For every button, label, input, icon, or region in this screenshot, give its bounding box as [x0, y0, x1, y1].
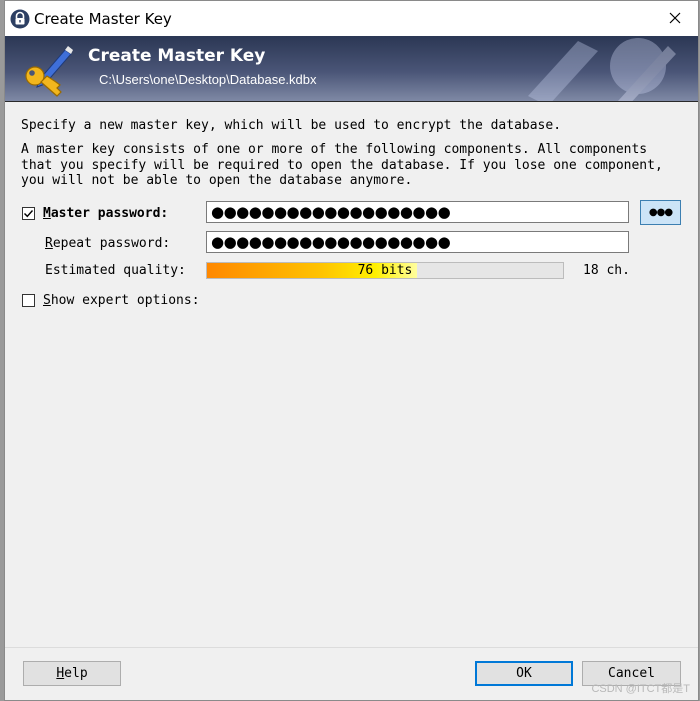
repeat-password-label: Repeat password: [45, 236, 170, 251]
ok-button[interactable]: OK [475, 661, 573, 686]
help-accel: H [56, 666, 65, 681]
quality-bits-text: 76 bits [357, 263, 413, 278]
footer-divider [5, 647, 698, 648]
master-password-label[interactable]: Master password: [43, 206, 168, 221]
watermark: CSDN @ITCT都是T [591, 683, 690, 695]
close-button[interactable] [652, 1, 698, 36]
ok-label: OK [516, 666, 532, 681]
lock-icon [10, 9, 30, 29]
database-path: C:\Users\one\Desktop\Database.kdbx [99, 72, 317, 87]
create-master-key-dialog: Create Master Key Create Master Key C:\U… [4, 0, 699, 701]
title-bar: Create Master Key [5, 1, 698, 36]
help-label: elp [64, 666, 88, 681]
master-password-label-text: aster password: [50, 206, 169, 221]
expert-options-label[interactable]: Show expert options: [43, 293, 200, 308]
cancel-label: Cancel [608, 666, 655, 681]
expert-options-accel: S [43, 293, 51, 308]
repeat-password-accel: R [45, 236, 53, 251]
expert-options-label-text: how expert options: [50, 293, 200, 308]
expert-options-checkbox[interactable] [22, 294, 35, 307]
master-password-accel: M [43, 206, 51, 221]
repeat-password-label-text: epeat password: [52, 236, 171, 251]
estimated-quality-label: Estimated quality: [45, 263, 186, 278]
help-button[interactable]: Help [23, 661, 121, 686]
banner-decoration-icon [528, 38, 676, 101]
master-password-checkbox[interactable] [22, 207, 35, 220]
character-count: 18 ch. [583, 263, 630, 278]
description-text: A master key consists of one or more of … [21, 142, 663, 188]
banner-title: Create Master Key [88, 46, 266, 66]
close-icon [669, 9, 681, 28]
master-password-input[interactable]: ●●●●●●●●●●●●●●●●●●● [206, 201, 629, 223]
window-title: Create Master Key [34, 10, 172, 28]
repeat-password-input[interactable]: ●●●●●●●●●●●●●●●●●●● [206, 231, 629, 253]
checkmark-icon [24, 210, 34, 218]
dots-icon: ●●● [648, 207, 673, 218]
header-banner: Create Master Key C:\Users\one\Desktop\D… [5, 36, 698, 102]
quality-progress-bar: 76 bits [206, 262, 564, 279]
key-pen-icon [17, 40, 75, 98]
show-password-button[interactable]: ●●● [640, 200, 681, 225]
intro-text: Specify a new master key, which will be … [21, 118, 562, 133]
